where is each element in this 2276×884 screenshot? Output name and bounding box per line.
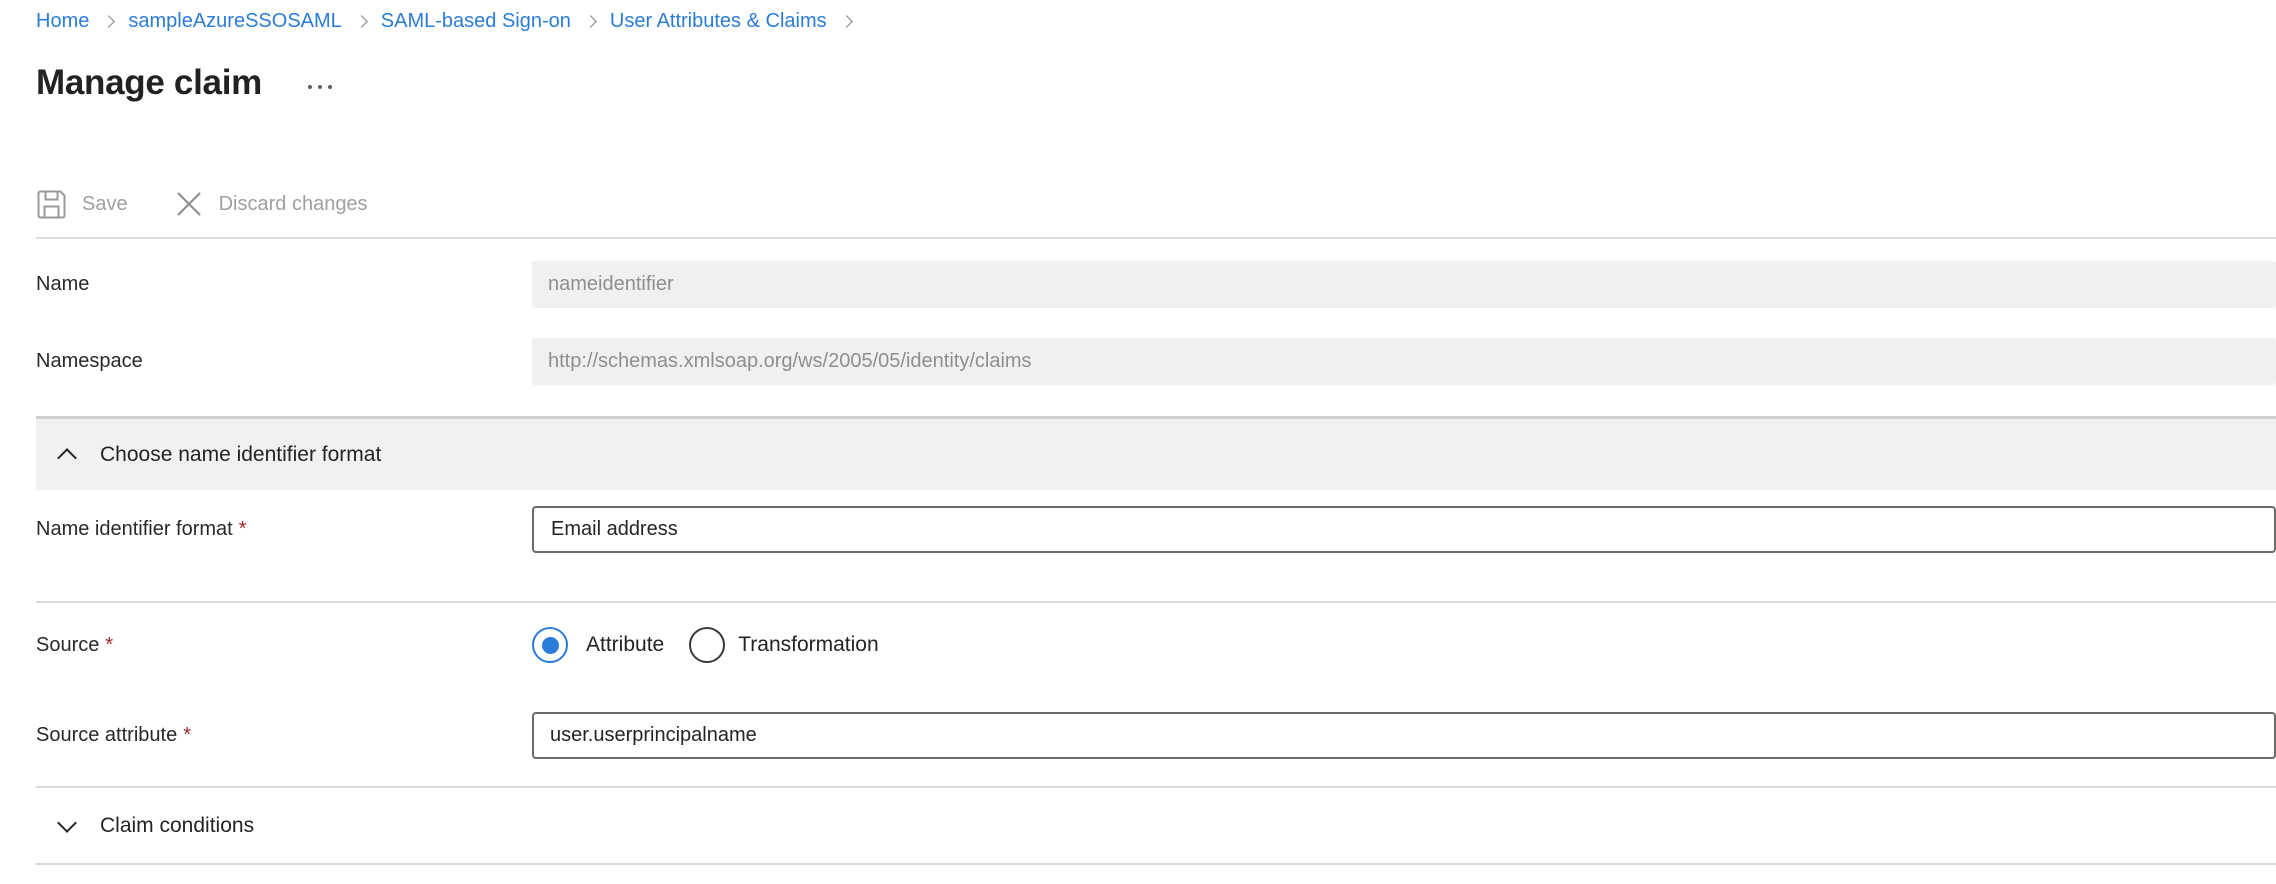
section-claim-conditions[interactable]: Claim conditions (36, 788, 2276, 863)
required-asterisk: * (105, 634, 113, 656)
section-claim-conditions-label: Claim conditions (100, 814, 254, 838)
radio-transformation[interactable] (689, 627, 725, 663)
row-divider (36, 863, 2276, 865)
toolbar-divider (36, 237, 2276, 239)
command-bar: Save Discard changes (36, 183, 2276, 225)
name-identifier-format-select[interactable]: Email address (532, 506, 2276, 553)
discard-icon (174, 189, 204, 219)
manage-claim-page: Home sampleAzureSSOSAML SAML-based Sign-… (0, 0, 2276, 865)
row-divider (36, 601, 2276, 603)
name-row: Name (36, 261, 2276, 308)
breadcrumb-link-home[interactable]: Home (36, 10, 89, 33)
ellipsis-icon (328, 85, 332, 89)
name-identifier-format-label-text: Name identifier format (36, 518, 233, 540)
chevron-right-icon (102, 15, 115, 28)
breadcrumb: Home sampleAzureSSOSAML SAML-based Sign-… (36, 0, 2276, 30)
source-attribute-input[interactable] (532, 712, 2276, 759)
discard-changes-button[interactable]: Discard changes (174, 189, 368, 219)
ellipsis-icon (308, 85, 312, 89)
chevron-up-icon (57, 448, 77, 468)
page-title: Manage claim (36, 63, 262, 103)
name-identifier-format-row: Name identifier format * Email address (36, 506, 2276, 553)
name-identifier-format-value: Email address (551, 518, 678, 541)
breadcrumb-link-saml-signon[interactable]: SAML-based Sign-on (381, 10, 571, 33)
name-input (532, 261, 2276, 308)
discard-changes-label: Discard changes (219, 193, 368, 216)
source-row: Source * Attribute Transformation (36, 626, 2276, 664)
section-choose-name-identifier-format[interactable]: Choose name identifier format (36, 416, 2276, 490)
radio-selected-dot (542, 637, 559, 654)
breadcrumb-link-user-attributes[interactable]: User Attributes & Claims (610, 10, 827, 33)
name-identifier-format-label: Name identifier format * (36, 518, 532, 541)
namespace-input (532, 338, 2276, 385)
title-row: Manage claim (36, 63, 2276, 103)
namespace-row: Namespace (36, 338, 2276, 385)
breadcrumb-link-app[interactable]: sampleAzureSSOSAML (128, 10, 341, 33)
name-label: Name (36, 273, 532, 296)
chevron-right-icon (584, 15, 597, 28)
required-asterisk: * (183, 724, 191, 746)
source-label: Source * (36, 634, 532, 657)
save-label: Save (82, 193, 128, 216)
source-attribute-row: Source attribute * (36, 712, 2276, 759)
required-asterisk: * (239, 518, 247, 540)
chevron-right-icon (355, 15, 368, 28)
radio-transformation-label[interactable]: Transformation (738, 633, 878, 657)
save-button[interactable]: Save (36, 189, 128, 220)
source-attribute-label-text: Source attribute (36, 724, 177, 746)
chevron-right-icon (840, 15, 853, 28)
section-choose-format-label: Choose name identifier format (100, 443, 381, 467)
save-icon (36, 189, 67, 220)
source-radio-group: Attribute Transformation (532, 627, 2276, 663)
chevron-down-icon (57, 813, 77, 833)
more-options-button[interactable] (304, 81, 336, 93)
radio-attribute[interactable] (532, 627, 568, 663)
source-attribute-label: Source attribute * (36, 724, 532, 747)
namespace-label: Namespace (36, 350, 532, 373)
radio-attribute-label[interactable]: Attribute (586, 633, 664, 657)
source-label-text: Source (36, 634, 99, 656)
ellipsis-icon (318, 85, 322, 89)
